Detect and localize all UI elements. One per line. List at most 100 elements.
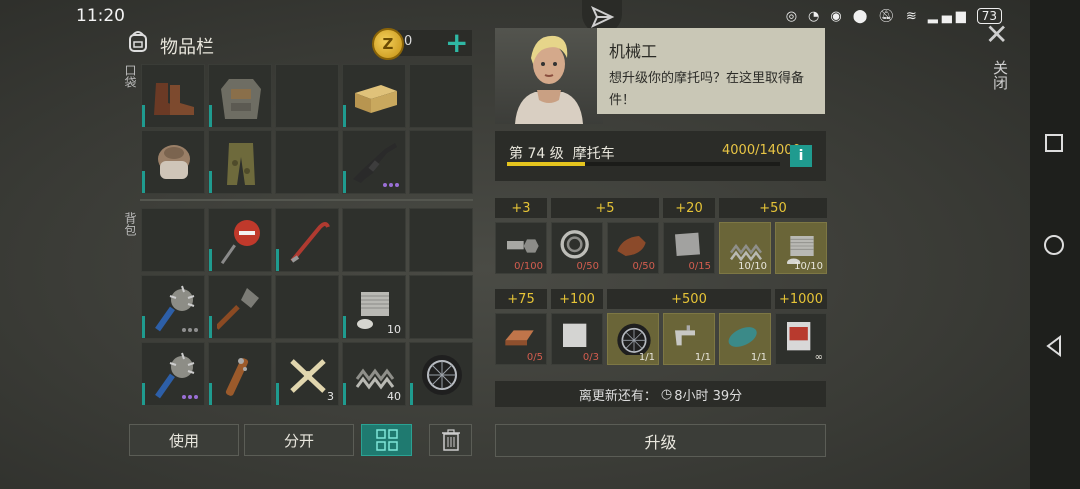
armor-vest-icon: [221, 79, 261, 119]
inventory-slot[interactable]: [141, 130, 205, 194]
required-part[interactable]: 0/50: [607, 222, 659, 274]
wheel-icon: [617, 323, 651, 355]
empty-slot[interactable]: [275, 275, 339, 339]
required-part[interactable]: 0/5: [495, 313, 547, 365]
required-part[interactable]: ∞: [775, 313, 827, 365]
copper-ingot-icon: [505, 330, 534, 346]
tier-bonus: +20: [663, 198, 715, 218]
empty-slot[interactable]: [342, 208, 406, 272]
back-icon[interactable]: [1044, 334, 1064, 362]
inventory-slot[interactable]: [208, 275, 272, 339]
grid-sort-icon: [375, 429, 398, 451]
sort-button[interactable]: [361, 424, 412, 456]
wheel-icon: [422, 355, 462, 395]
required-part[interactable]: 10/10: [719, 222, 771, 274]
part-count: 1/1: [638, 352, 655, 363]
empty-slot[interactable]: [409, 130, 473, 194]
mechanic-message: 想升级你的摩托吗？在这里取得备件！: [609, 71, 805, 108]
durability-bar: [209, 105, 212, 127]
inventory-slot[interactable]: 10: [342, 275, 406, 339]
part-count: 0/3: [582, 352, 599, 363]
upgrade-button[interactable]: 升级: [495, 424, 826, 457]
inventory-slot[interactable]: [208, 342, 272, 406]
shovel-icon: [217, 288, 259, 330]
spiked-mace-icon: [155, 352, 195, 399]
data-saver-icon: ◎: [785, 8, 802, 24]
vehicle-level: 第 74 级 摩托车: [509, 146, 615, 162]
use-button[interactable]: 使用: [129, 424, 239, 456]
empty-slot[interactable]: [409, 64, 473, 128]
required-part[interactable]: 1/1: [607, 313, 659, 365]
spiked-mace-icon: [155, 285, 195, 332]
required-part[interactable]: 0/15: [663, 222, 715, 274]
crowbar-icon: [290, 222, 330, 263]
ammo-crate-icon: [355, 85, 397, 113]
inventory-slot[interactable]: [141, 275, 205, 339]
part-count: 0/50: [632, 261, 655, 272]
status-time: 11:20: [76, 6, 125, 26]
signal-icon: ▂▄▆: [927, 8, 970, 24]
spring-icon: [730, 243, 762, 262]
required-part[interactable]: 0/3: [551, 313, 603, 365]
coin-icon: Z: [372, 28, 404, 60]
inventory-slot[interactable]: [208, 130, 272, 194]
home-icon[interactable]: [1042, 233, 1066, 261]
inventory-slot[interactable]: 3: [275, 342, 339, 406]
inventory-slot[interactable]: [141, 64, 205, 128]
info-button[interactable]: i: [790, 145, 812, 167]
faucet-icon: [675, 325, 695, 346]
item-count: 40: [387, 390, 401, 403]
empty-slot[interactable]: [409, 208, 473, 272]
inventory-title: 物品栏: [160, 37, 214, 58]
trash-button[interactable]: [429, 424, 472, 456]
durability-bar: [410, 383, 413, 405]
bones-icon: [290, 359, 326, 393]
required-part[interactable]: 0/100: [495, 222, 547, 274]
empty-slot[interactable]: [275, 130, 339, 194]
inventory-slot[interactable]: [208, 208, 272, 272]
inventory-slot[interactable]: [275, 208, 339, 272]
durability-bar: [142, 105, 145, 127]
durability-bar: [276, 383, 279, 405]
leather-icon: [617, 236, 646, 256]
recents-icon[interactable]: [1044, 133, 1064, 157]
empty-slot[interactable]: [141, 208, 205, 272]
inventory-slot[interactable]: 40: [342, 342, 406, 406]
speech-bubble: 机械工 想升级你的摩托吗？在这里取得备件！: [597, 28, 825, 114]
tier-bonus: +5: [551, 198, 659, 218]
inventory-slot[interactable]: [342, 130, 406, 194]
coin-count: 0: [404, 34, 413, 49]
empty-slot[interactable]: [409, 275, 473, 339]
pockets-label: 口袋: [123, 64, 137, 88]
split-button[interactable]: 分开: [244, 424, 354, 456]
required-part[interactable]: 0/50: [551, 222, 603, 274]
bearing-icon: [560, 230, 589, 259]
camo-pants-icon: [227, 143, 255, 185]
mute-icon: 🔕︎: [878, 8, 899, 24]
inventory-slot[interactable]: [141, 342, 205, 406]
inventory-slot[interactable]: [342, 64, 406, 128]
close-icon[interactable]: ✕: [985, 18, 1008, 51]
inventory-slot[interactable]: [409, 342, 473, 406]
backpack-icon: [125, 28, 151, 54]
required-part[interactable]: 1/1: [719, 313, 771, 365]
inventory-slot[interactable]: [208, 64, 272, 128]
part-count: 0/100: [514, 261, 543, 272]
boots-icon: [154, 83, 194, 115]
part-count: 10/10: [738, 261, 767, 272]
part-count: 0/15: [688, 261, 711, 272]
close-label[interactable]: 关闭: [990, 60, 1011, 90]
durability-bar: [343, 383, 346, 405]
update-time: 8小时 39分: [674, 388, 743, 404]
add-coins-button[interactable]: +: [445, 26, 468, 59]
required-part[interactable]: 1/1: [663, 313, 715, 365]
metal-plate-icon: [675, 232, 700, 256]
empty-slot[interactable]: [275, 64, 339, 128]
backpack-label: 背包: [123, 212, 137, 236]
required-part[interactable]: 10/10: [775, 222, 827, 274]
durability-bar: [209, 171, 212, 193]
tier-bonus: +100: [551, 289, 603, 309]
bolt-nut-icon: [507, 239, 539, 253]
assault-rifle-icon: [353, 143, 397, 183]
tier-bonus: +50: [719, 198, 827, 218]
